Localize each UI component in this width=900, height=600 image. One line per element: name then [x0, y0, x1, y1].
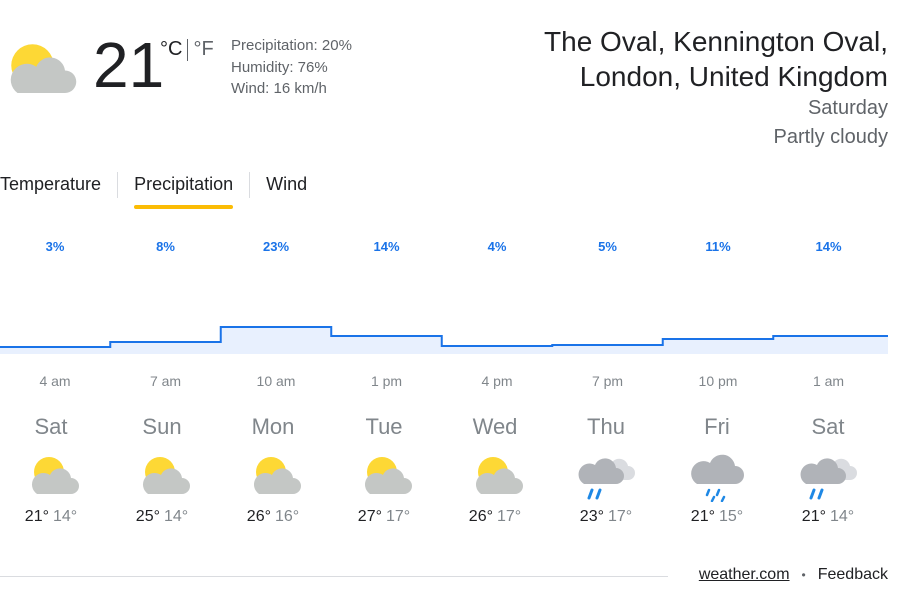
footer: weather.com • Feedback [699, 566, 888, 584]
footer-separator: • [801, 568, 806, 582]
day-mon[interactable]: Mon 26° 16° [222, 406, 324, 542]
day-temps: 23° 17° [555, 508, 657, 526]
low-temp: 15° [719, 508, 744, 525]
current-temperature: 21 [93, 29, 165, 101]
low-temp: 17° [497, 508, 522, 525]
chart-area [0, 327, 888, 354]
tab-wind[interactable]: Wind [266, 168, 307, 210]
humidity-text: Humidity: 76% [231, 58, 328, 76]
day-temps: 25° 14° [111, 508, 213, 526]
source-link[interactable]: weather.com [699, 566, 790, 583]
low-temp: 17° [386, 508, 411, 525]
day-temps: 26° 16° [222, 508, 324, 526]
data-label: 14% [373, 239, 399, 254]
data-label: 3% [46, 239, 65, 254]
day-sat-next[interactable]: Sat 21° 14° [777, 406, 879, 542]
day-name: Sun [142, 414, 182, 439]
time-tick-label: 7 am [150, 373, 181, 389]
current-day: Saturday [807, 97, 888, 119]
scattered-showers-icon [800, 458, 857, 500]
data-label: 4% [488, 239, 507, 254]
day-thu[interactable]: Thu 23° 17° [555, 406, 657, 542]
high-temp: 25° [135, 508, 160, 525]
low-temp: 17° [608, 508, 633, 525]
high-temp: 26° [468, 508, 493, 525]
tab-precipitation[interactable]: Precipitation [134, 168, 234, 210]
day-name: Mon [251, 414, 295, 439]
day-wed[interactable]: Wed 26° 17° [444, 406, 546, 542]
low-temp: 14° [830, 508, 855, 525]
day-name: Tue [365, 414, 403, 439]
day-name: Sat [811, 414, 845, 439]
low-temp: 14° [53, 508, 78, 525]
location-line-1: The Oval, Kennington Oval, [544, 26, 888, 57]
tab-divider [249, 172, 251, 198]
data-label: 8% [156, 239, 175, 254]
time-tick-label: 10 am [257, 373, 296, 389]
current-condition: Partly cloudy [773, 126, 889, 148]
day-tue[interactable]: Tue 27° 17° [333, 406, 435, 542]
day-sat[interactable]: Sat 21° 14° [0, 406, 102, 542]
daily-forecast: Sat 21° 14° Sun 25° 14° Mon 26° 16° Tue 27°… [0, 406, 890, 542]
time-tick-label: 4 am [39, 373, 70, 389]
day-name: Fri [704, 414, 730, 439]
unit-divider [187, 38, 189, 61]
partly-cloudy-icon [142, 457, 190, 494]
day-temps: 26° 17° [444, 508, 546, 526]
day-fri[interactable]: Fri 21° 15° [666, 406, 768, 542]
low-temp: 14° [164, 508, 189, 525]
location-block: The Oval, Kennington Oval, London, Unite… [544, 24, 888, 152]
tab-temperature[interactable]: Temperature [0, 168, 101, 210]
partly-cloudy-icon [253, 457, 301, 494]
precipitation-chart: 3% 4 am 8% 7 am 23% 10 am 14% 1 pm 4% 4 pm 5% 7 pm 1… [0, 239, 888, 389]
time-tick-label: 1 pm [371, 373, 402, 389]
showers-icon [691, 454, 744, 502]
day-temps: 21° 14° [0, 508, 102, 526]
time-tick-label: 1 am [813, 373, 844, 389]
partly-cloudy-icon [31, 457, 79, 494]
unit-toggle: °C °F [160, 38, 214, 61]
scattered-showers-icon [578, 458, 635, 500]
high-temp: 21° [24, 508, 49, 525]
location-line-2: London, United Kingdom [579, 61, 888, 92]
day-name: Wed [472, 414, 518, 439]
high-temp: 26° [246, 508, 271, 525]
high-temp: 21° [690, 508, 715, 525]
wind-text: Wind: 16 km/h [231, 80, 327, 97]
day-name: Thu [587, 414, 625, 439]
partly-cloudy-icon [10, 44, 77, 93]
partly-cloudy-icon [475, 457, 523, 494]
time-tick-label: 7 pm [592, 373, 623, 389]
low-temp: 16° [275, 508, 300, 525]
time-tick-label: 10 pm [699, 373, 738, 389]
fahrenheit-button[interactable]: °F [193, 38, 213, 61]
day-temps: 21° 15° [666, 508, 768, 526]
day-sun[interactable]: Sun 25° 14° [111, 406, 213, 542]
weather-details: Precipitation: 20% Humidity: 76% Wind: 1… [231, 35, 352, 100]
chart-tabs: Temperature Precipitation Wind [0, 168, 307, 210]
day-name: Sat [34, 414, 68, 439]
high-temp: 21° [801, 508, 826, 525]
day-temps: 27° 17° [333, 508, 435, 526]
data-label: 11% [705, 239, 731, 254]
data-label: 5% [598, 239, 617, 254]
data-label: 23% [263, 239, 289, 254]
partly-cloudy-icon [364, 457, 412, 494]
high-temp: 27° [357, 508, 382, 525]
high-temp: 23° [579, 508, 604, 525]
footer-divider [0, 576, 668, 577]
precipitation-text: Precipitation: 20% [231, 37, 352, 54]
tab-divider [117, 172, 119, 198]
day-temps: 21° 14° [777, 508, 879, 526]
feedback-link[interactable]: Feedback [818, 566, 888, 583]
celsius-button[interactable]: °C [160, 38, 182, 61]
data-label: 14% [815, 239, 841, 254]
time-tick-label: 4 pm [481, 373, 512, 389]
